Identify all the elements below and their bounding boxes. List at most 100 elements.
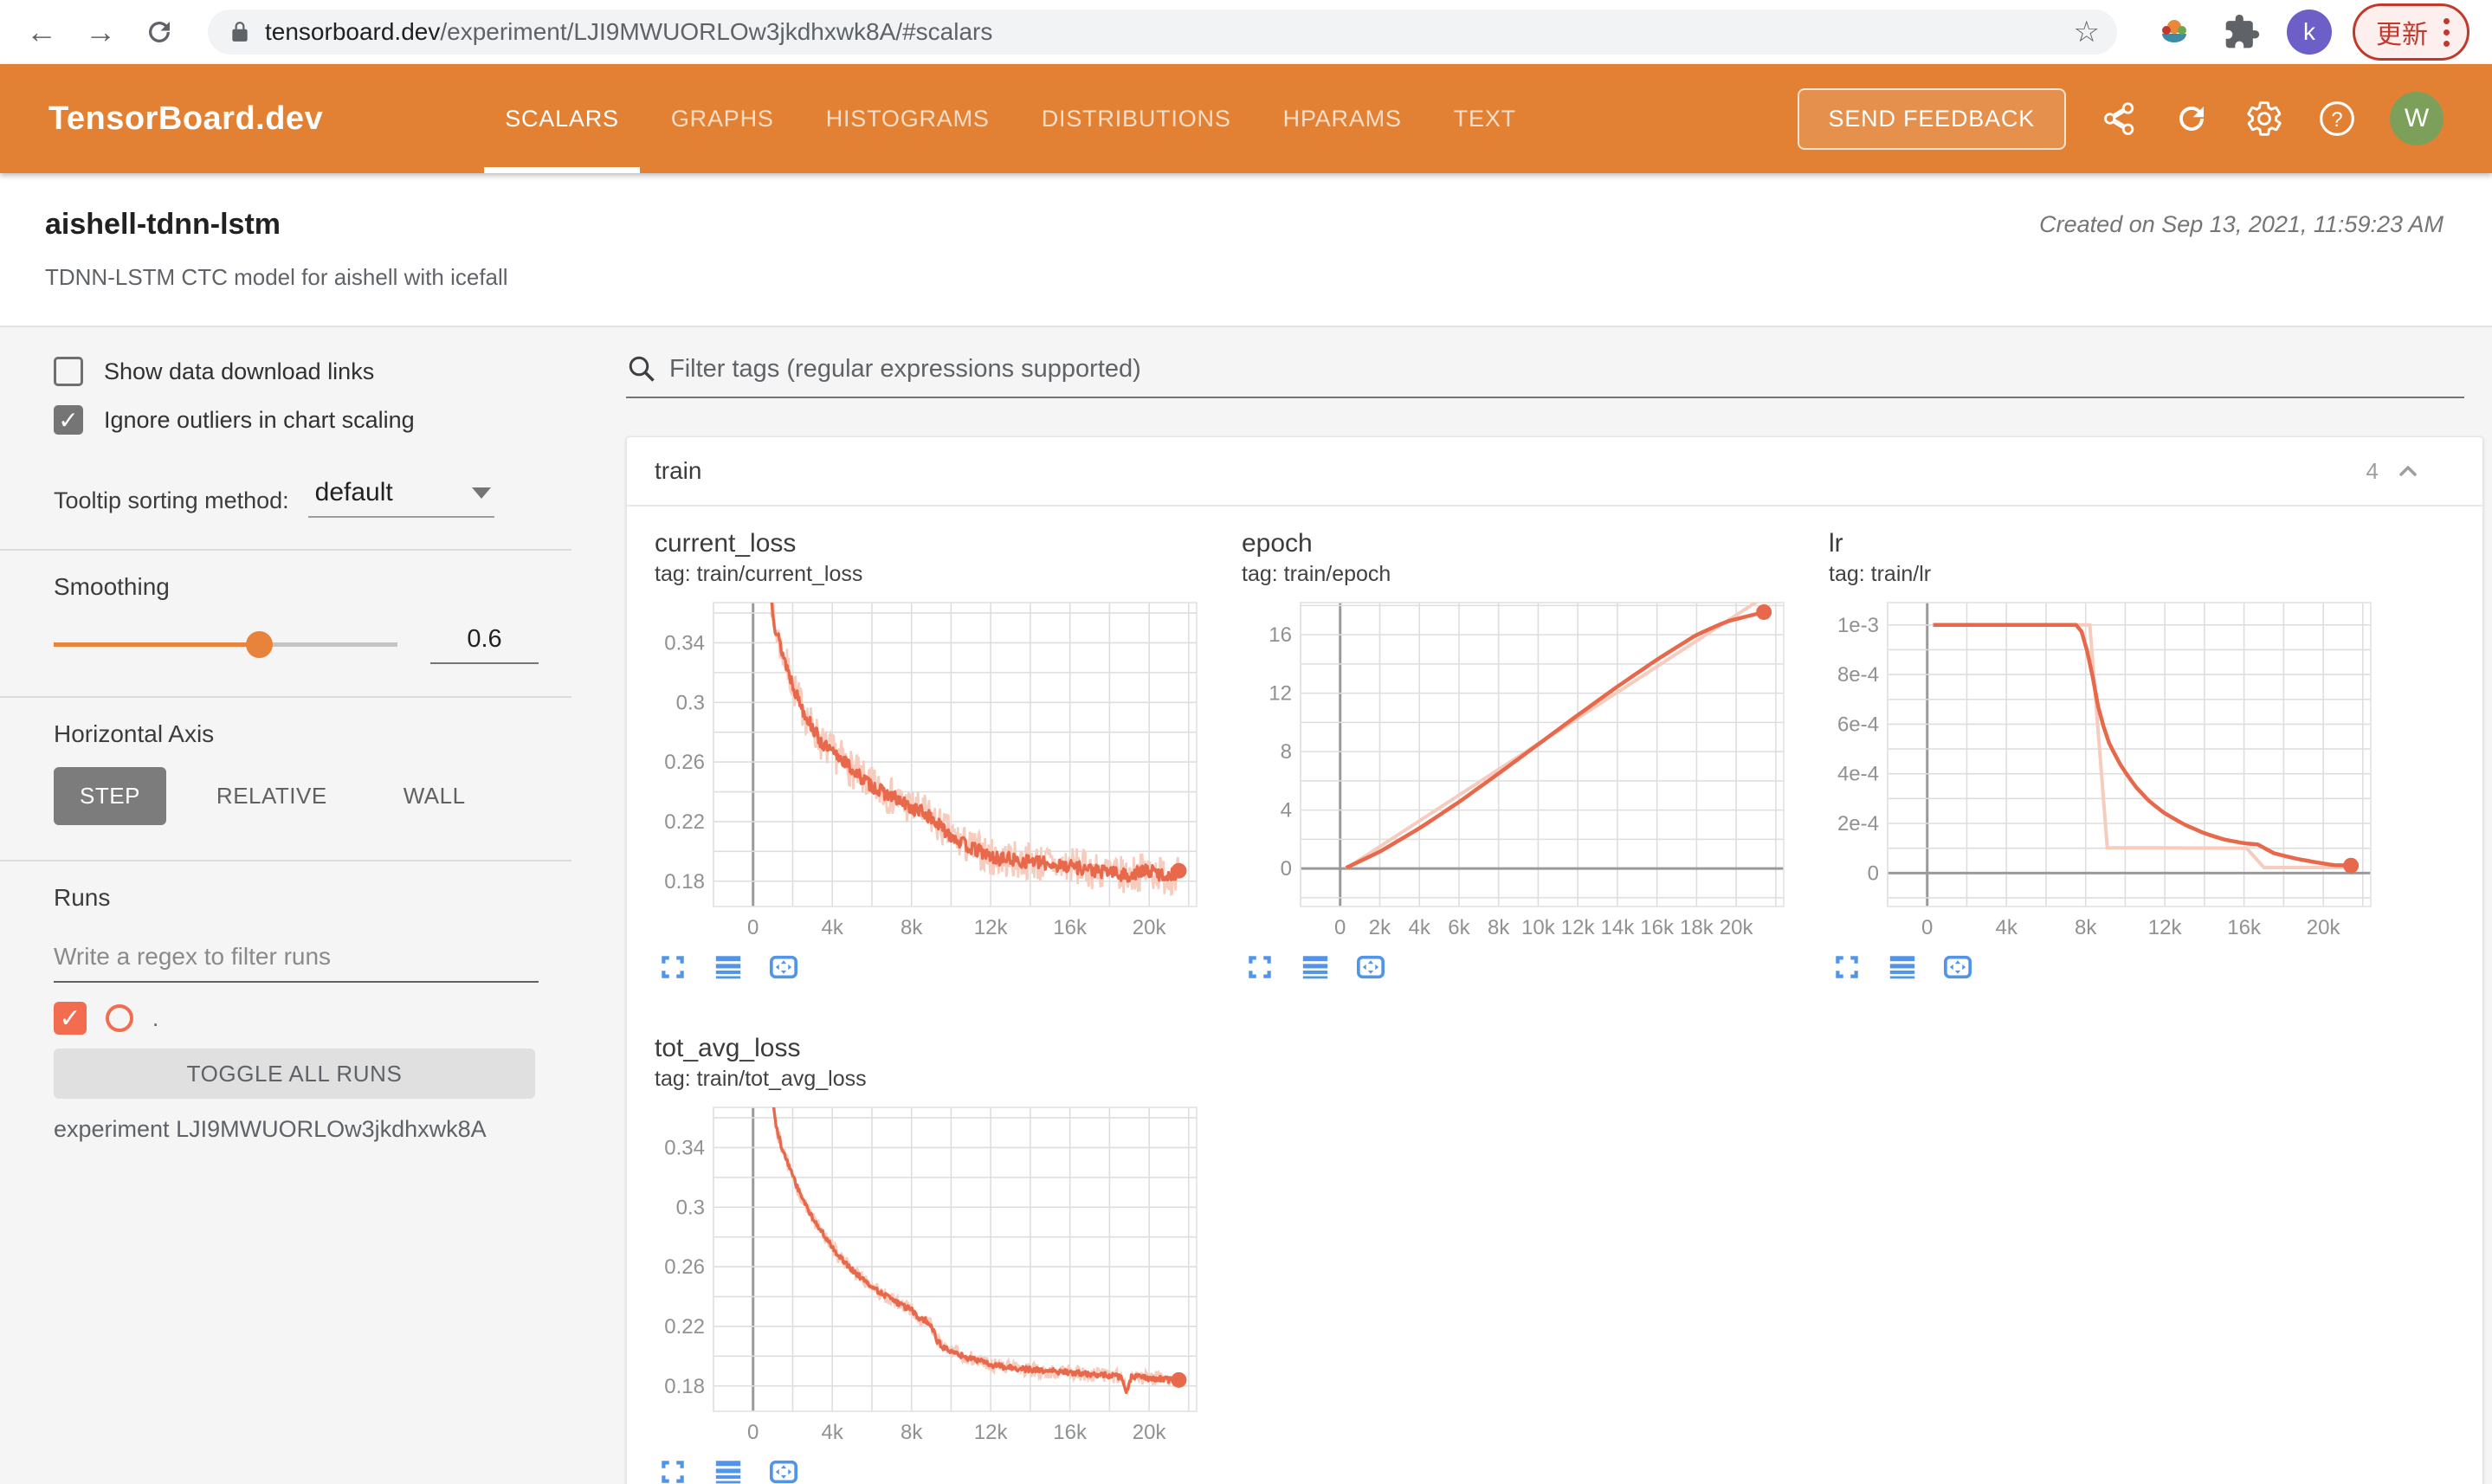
- expand-chart-icon[interactable]: [658, 1457, 688, 1484]
- train-group-header[interactable]: train 4: [627, 437, 2482, 506]
- chart-tag: tag: train/lr: [1829, 562, 1932, 586]
- svg-text:20k: 20k: [1720, 916, 1754, 939]
- address-bar[interactable]: tensorboard.dev/experiment/LJI9MWUORLOw3…: [208, 10, 2117, 55]
- dropdown-arrow-icon: [471, 487, 491, 499]
- run-name: .: [152, 1004, 159, 1031]
- forward-icon[interactable]: →: [81, 13, 119, 51]
- tab-text[interactable]: TEXT: [1428, 64, 1542, 173]
- experiment-header: aishell-tdnn-lstm TDNN-LSTM CTC model fo…: [0, 173, 2492, 327]
- svg-text:8e-4: 8e-4: [1837, 663, 1879, 687]
- tab-distributions[interactable]: DISTRIBUTIONS: [1016, 64, 1257, 173]
- svg-text:20k: 20k: [1133, 1421, 1167, 1444]
- svg-text:0: 0: [1868, 861, 1879, 885]
- train-group-card: train 4 current_loss tag: train/current_…: [626, 436, 2483, 1484]
- checkbox-checked-icon[interactable]: ✓: [54, 405, 83, 435]
- tab-scalars[interactable]: SCALARS: [479, 64, 645, 173]
- svg-text:0.18: 0.18: [664, 1375, 705, 1398]
- svg-text:0.26: 0.26: [664, 751, 705, 774]
- chart-title: epoch: [1242, 529, 1313, 558]
- svg-text:4k: 4k: [1996, 916, 2018, 939]
- run-color-swatch: [106, 1004, 133, 1032]
- tab-hparams[interactable]: HPARAMS: [1257, 64, 1428, 173]
- chart-tag: tag: train/epoch: [1242, 562, 1391, 586]
- axis-wall-button[interactable]: WALL: [378, 767, 492, 825]
- fit-domain-icon[interactable]: [769, 952, 798, 982]
- svg-text:16: 16: [1269, 623, 1292, 647]
- sidebar-divider: [0, 549, 571, 551]
- chevron-up-icon[interactable]: [2394, 457, 2422, 485]
- search-icon: [629, 356, 655, 382]
- svg-text:16k: 16k: [2227, 916, 2262, 939]
- fit-domain-icon[interactable]: [769, 1457, 798, 1484]
- axis-step-button[interactable]: STEP: [54, 767, 166, 825]
- log-scale-icon[interactable]: [1888, 952, 1917, 982]
- svg-text:10k: 10k: [1521, 916, 1556, 939]
- browser-toolbar: ← → tensorboard.dev/experiment/LJI9MWUOR…: [0, 0, 2492, 64]
- tab-graphs[interactable]: GRAPHS: [645, 64, 800, 173]
- horizontal-axis-label: Horizontal Axis: [54, 720, 215, 747]
- fit-domain-icon[interactable]: [1356, 952, 1385, 982]
- log-scale-icon[interactable]: [713, 952, 743, 982]
- user-avatar[interactable]: W: [2390, 92, 2444, 145]
- tab-histograms[interactable]: HISTOGRAMS: [800, 64, 1016, 173]
- header-actions: SEND FEEDBACK ? W: [1797, 87, 2444, 150]
- tensorboard-page: ← → tensorboard.dev/experiment/LJI9MWUOR…: [0, 0, 2492, 1484]
- slider-thumb[interactable]: [246, 631, 274, 658]
- tooltip-sorting-select[interactable]: default: [307, 478, 494, 518]
- refresh-icon[interactable]: [2172, 99, 2211, 139]
- svg-text:0.26: 0.26: [664, 1255, 705, 1279]
- svg-text:0: 0: [1281, 857, 1292, 881]
- svg-text:18k: 18k: [1680, 916, 1714, 939]
- smoothing-value-field[interactable]: 0.6: [430, 625, 539, 664]
- axis-toggle-group: STEP RELATIVE WALL: [54, 767, 539, 825]
- svg-text:0.3: 0.3: [676, 1196, 705, 1219]
- chart-title: tot_avg_loss: [655, 1034, 801, 1062]
- back-icon[interactable]: ←: [23, 13, 61, 51]
- svg-text:8k: 8k: [901, 1421, 923, 1444]
- chart-canvas[interactable]: 0 4k 8k 12k 16k 20k 1e-3 8e-4 6e-4 4e-4 2e-4 0: [1829, 592, 2383, 943]
- svg-text:20k: 20k: [1133, 916, 1167, 939]
- browser-update-menu[interactable]: 更新: [2353, 3, 2469, 61]
- show-download-links-checkbox[interactable]: Show data download links: [54, 357, 539, 386]
- checkbox-label: Show data download links: [104, 358, 375, 384]
- run-visibility-checkbox[interactable]: ✓: [54, 1002, 87, 1035]
- svg-text:0.18: 0.18: [664, 870, 705, 894]
- chart-canvas[interactable]: 0 4k 8k 12k 16k 20k 0.34 0.3 0.26 0.22 0.18: [655, 592, 1209, 943]
- extensions-puzzle-icon[interactable]: [2223, 13, 2261, 51]
- log-scale-icon[interactable]: [1301, 952, 1330, 982]
- reload-icon[interactable]: [140, 13, 178, 51]
- svg-text:16k: 16k: [1640, 916, 1675, 939]
- tag-filter-input[interactable]: [669, 354, 2464, 384]
- settings-gear-icon[interactable]: [2244, 99, 2284, 139]
- ignore-outliers-checkbox[interactable]: ✓ Ignore outliers in chart scaling: [54, 405, 539, 435]
- chart-canvas[interactable]: 0 4k 8k 12k 16k 20k 0.34 0.3 0.26 0.22 0.18: [655, 1097, 1209, 1448]
- share-icon[interactable]: [2099, 99, 2139, 139]
- chart-canvas[interactable]: 0 2k 4k 6k 8k 10k 12k 14k 16k 18k 20k 0 4 8 12 16: [1242, 592, 1796, 943]
- browser-profile-avatar[interactable]: k: [2287, 10, 2332, 55]
- extension-colorful-icon[interactable]: [2153, 11, 2195, 53]
- svg-text:8k: 8k: [1488, 916, 1510, 939]
- runs-filter-input[interactable]: [54, 943, 539, 971]
- axis-relative-button[interactable]: RELATIVE: [190, 767, 353, 825]
- svg-text:20k: 20k: [2307, 916, 2341, 939]
- svg-text:4e-4: 4e-4: [1837, 763, 1879, 786]
- fit-domain-icon[interactable]: [1943, 952, 1972, 982]
- expand-chart-icon[interactable]: [1832, 952, 1862, 982]
- checkbox-unchecked-icon[interactable]: [54, 357, 83, 386]
- expand-chart-icon[interactable]: [1245, 952, 1275, 982]
- svg-text:14k: 14k: [1601, 916, 1636, 939]
- svg-text:8k: 8k: [901, 916, 923, 939]
- group-chart-count: 4: [2366, 457, 2379, 484]
- send-feedback-button[interactable]: SEND FEEDBACK: [1797, 87, 2066, 150]
- smoothing-slider[interactable]: [54, 625, 397, 663]
- svg-text:0: 0: [1921, 916, 1933, 939]
- svg-text:4k: 4k: [822, 916, 844, 939]
- chart-tile-tot-avg-loss: tot_avg_loss tag: train/tot_avg_loss 0 4k…: [655, 1034, 1226, 1484]
- app-logo[interactable]: TensorBoard.dev: [48, 100, 323, 138]
- help-icon[interactable]: ?: [2317, 99, 2357, 139]
- toggle-all-runs-button[interactable]: TOGGLE ALL RUNS: [54, 1048, 535, 1099]
- log-scale-icon[interactable]: [713, 1457, 743, 1484]
- checkbox-label: Ignore outliers in chart scaling: [104, 406, 415, 433]
- expand-chart-icon[interactable]: [658, 952, 688, 982]
- bookmark-star-icon[interactable]: ☆: [2074, 15, 2100, 49]
